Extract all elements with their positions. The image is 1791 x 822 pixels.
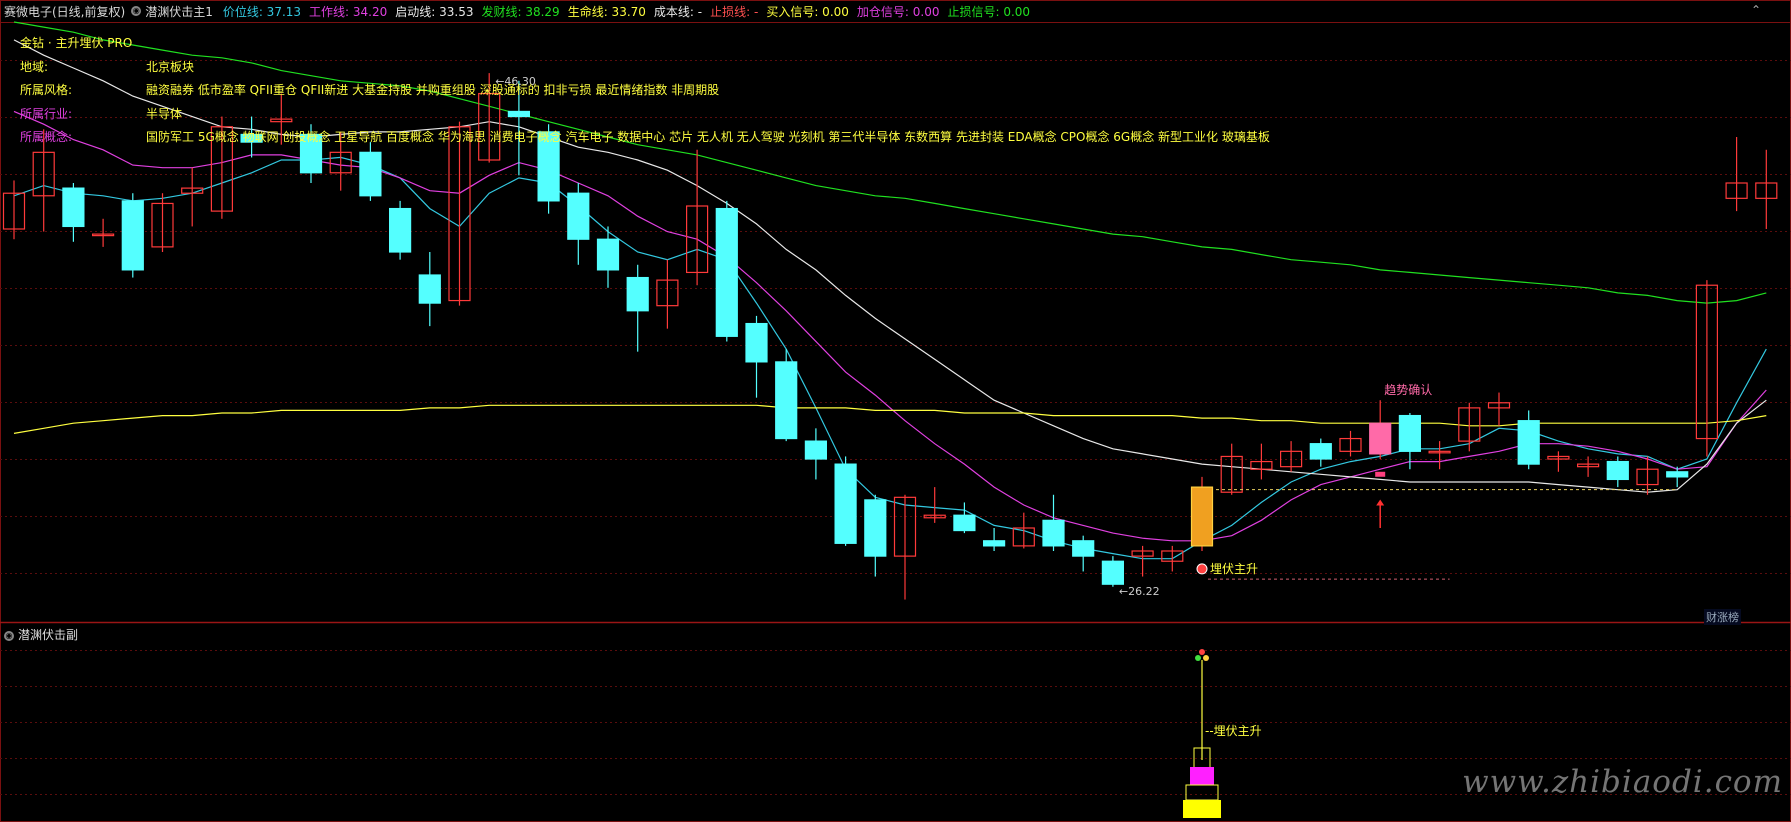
candle-body	[1101, 560, 1125, 585]
info-title: 金钻 · 主升埋伏 PRO	[20, 36, 133, 50]
candle-body	[1606, 460, 1629, 481]
candle-body	[359, 151, 382, 197]
candle-body	[1072, 540, 1095, 557]
info-row-1: 所属风格: 融资融券 低市盈率 QFII重仓 QFII新进 大基金持股 并购重组股…	[20, 79, 1270, 103]
info-row-3: 所属概念: 国防军工 5G概念 物联网 创投概念 卫星导航 百度概念 华为海思 消…	[20, 126, 1270, 150]
sub-dot-red	[1199, 649, 1205, 655]
settings-circle-icon[interactable]: ◉	[131, 6, 142, 16]
sub-panel-label: --埋伏主升	[1205, 724, 1262, 738]
info-panel: 金钻 · 主升埋伏 PRO 地域: 北京板块所属风格: 融资融券 低市盈率 QFII…	[20, 32, 1270, 150]
ambush-dot-icon	[1196, 563, 1208, 575]
candle-body	[121, 200, 144, 271]
info-row-label: 所属行业:	[20, 106, 73, 121]
candle-body	[834, 463, 857, 544]
indicator-value-2: 启动线: 33.53	[395, 4, 474, 19]
candle-body	[1042, 519, 1065, 547]
sub-dot-yellow	[1203, 655, 1209, 661]
caizhang-badge[interactable]: 财涨榜	[1704, 609, 1741, 625]
low-price-label: ←26.22	[1119, 585, 1160, 598]
chart-annotations: ←46.30←26.22趋势确认埋伏主升	[495, 75, 1678, 598]
candle-body	[596, 238, 620, 271]
trend-confirm-label: 趋势确认	[1384, 383, 1432, 397]
indicator-value-6: 止损线: -	[710, 4, 759, 19]
candle-body	[864, 499, 887, 557]
indicator-value-1: 工作线: 34.20	[309, 4, 388, 19]
candle-body	[1309, 443, 1332, 460]
candle-body	[715, 207, 738, 337]
info-row-value: 国防军工 5G概念 物联网 创投概念 卫星导航 百度概念 华为海思 消费电子概念…	[146, 130, 1270, 144]
indicator-value-4: 生命线: 33.70	[567, 4, 646, 19]
info-row-value: 半导体	[146, 106, 183, 121]
candle-body	[1517, 420, 1540, 465]
candle-body	[1190, 486, 1214, 547]
indicator-value-0: 价位线: 37.13	[222, 4, 302, 19]
sub-box-outline	[1185, 784, 1219, 801]
stock-title[interactable]: 赛微电子(日线,前复权)	[4, 3, 125, 20]
signal-marker	[1375, 471, 1386, 477]
sub-box-yellow	[1183, 800, 1221, 818]
info-row-label: 所属风格:	[20, 83, 73, 97]
candle-body	[418, 274, 441, 304]
sub-settings-circle-icon[interactable]: ◉	[4, 630, 14, 641]
header-bar: 赛微电子(日线,前复权) ◉ 潜渊伏击主1 价位线: 37.13 工作线: 34.…	[0, 0, 1700, 22]
info-rows: 地域: 北京板块所属风格: 融资融券 低市盈率 QFII重仓 QFII新进 大基金持…	[20, 56, 1270, 150]
info-title-row: 金钻 · 主升埋伏 PRO	[20, 32, 1270, 56]
candle-body	[745, 322, 768, 363]
indicator-title[interactable]: 潜渊伏击主1	[145, 3, 213, 20]
watermark: www.zhibiaodi.com	[1462, 764, 1783, 800]
sub-box-magenta	[1190, 767, 1214, 785]
up-arrow-head-icon	[1376, 499, 1385, 506]
info-row-2: 所属行业: 半导体	[20, 103, 1270, 127]
info-row-value: 融资融券 低市盈率 QFII重仓 QFII新进 大基金持股 并购重组股 深股通标…	[146, 83, 720, 97]
candle-body	[1398, 414, 1422, 452]
series-line-1	[13, 110, 1767, 542]
indicator-values: 价位线: 37.13 工作线: 34.20 启动线: 33.53 发财线: 38.29…	[223, 3, 1038, 20]
info-row-label: 所属概念:	[20, 130, 73, 144]
info-row-value: 北京板块	[146, 59, 195, 74]
candle-body	[626, 276, 649, 312]
candle-body	[62, 187, 85, 228]
sub-dot-green	[1195, 655, 1201, 661]
info-row-0: 地域: 北京板块	[20, 56, 1270, 80]
indicator-value-3: 发财线: 38.29	[481, 4, 560, 19]
indicator-value-9: 止损信号: 0.00	[947, 4, 1031, 19]
candle-body	[775, 361, 798, 440]
collapse-caret-icon[interactable]: ⌃	[1751, 3, 1761, 17]
candle-body	[982, 540, 1006, 547]
sub-panel-bars: --埋伏主升	[1183, 649, 1262, 818]
candle-body	[804, 440, 828, 460]
candle-body	[567, 192, 590, 240]
indicator-value-7: 买入信号: 0.00	[766, 4, 849, 19]
sub-panel-title[interactable]: ◉ 潜渊伏击副	[4, 626, 78, 643]
info-row-label: 地域:	[20, 59, 49, 74]
chart-candles	[2, 73, 1778, 600]
ambush-label: 埋伏主升	[1210, 562, 1258, 576]
candle-body	[1666, 471, 1689, 478]
candle-body	[1369, 422, 1392, 455]
candle-body	[389, 207, 412, 253]
series-line-0	[13, 156, 1767, 560]
candle-body	[953, 514, 976, 532]
indicator-value-5: 成本线: -	[653, 4, 703, 19]
sub-panel-title-text: 潜渊伏击副	[18, 628, 79, 642]
indicator-value-8: 加仓信号: 0.00	[856, 4, 940, 19]
